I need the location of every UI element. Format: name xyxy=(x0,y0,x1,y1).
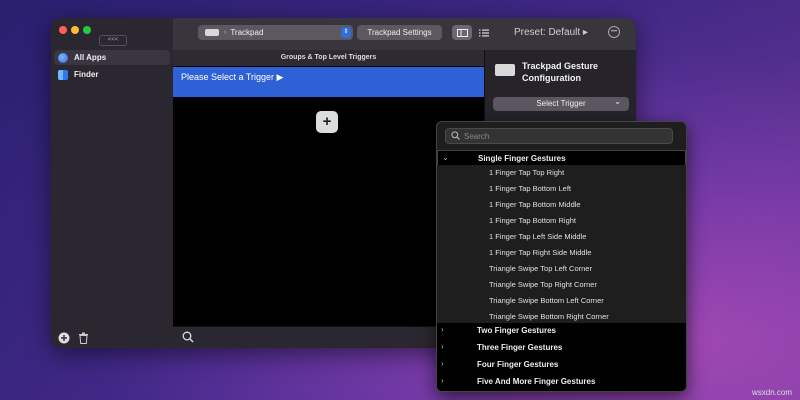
list-item[interactable]: Triangle Swipe Bottom Left Corner xyxy=(437,293,686,309)
list-item-label: 1 Finger Tap Right Side Middle xyxy=(489,248,592,257)
trackpad-settings-button[interactable]: Trackpad Settings xyxy=(357,25,442,40)
chevron-down-icon: ⌄ xyxy=(442,153,449,162)
group-label: Single Finger Gestures xyxy=(478,154,566,163)
list-item[interactable]: 1 Finger Tap Bottom Middle xyxy=(437,197,686,213)
columns-icon xyxy=(456,28,468,37)
group-four-finger-gestures[interactable]: › Four Finger Gestures xyxy=(437,357,686,374)
selected-trigger-row[interactable]: Please Select a Trigger ▶ xyxy=(173,67,484,97)
delete-app-button[interactable] xyxy=(77,331,90,344)
search-trigger-button[interactable] xyxy=(181,331,194,344)
trigger-list-header: Groups & Top Level Triggers xyxy=(173,50,484,67)
collapse-sidebar-button[interactable]: <<< xyxy=(99,35,127,46)
add-app-button[interactable] xyxy=(57,331,70,344)
trackpad-icon xyxy=(495,64,515,76)
list-item-label: Triangle Swipe Bottom Right Corner xyxy=(489,312,609,321)
list-item-label: 1 Finger Tap Bottom Left xyxy=(489,184,571,193)
list-icon xyxy=(479,29,489,36)
sidebar-item-all-apps[interactable]: All Apps xyxy=(54,50,170,65)
chevron-right-icon: › xyxy=(441,359,444,368)
chevron-right-icon: › xyxy=(224,29,227,36)
sidebar: <<< All Apps Finder xyxy=(51,18,174,348)
group-two-finger-gestures[interactable]: › Two Finger Gestures xyxy=(437,323,686,340)
list-item-label: 1 Finger Tap Top Right xyxy=(489,168,565,177)
preset-menu[interactable]: Preset: Default ▸ xyxy=(514,27,588,38)
globe-icon xyxy=(58,52,68,63)
list-item-label: Triangle Swipe Top Left Corner xyxy=(489,264,592,273)
search-input[interactable] xyxy=(464,131,654,141)
chevron-right-icon: › xyxy=(441,376,444,385)
watermark: wsxdn.com xyxy=(752,388,793,397)
sidebar-item-label: Finder xyxy=(74,70,99,79)
list-item-label: Triangle Swipe Top Right Corner xyxy=(489,280,597,289)
list-item[interactable]: 1 Finger Tap Left Side Middle xyxy=(437,229,686,245)
list-item-label: 1 Finger Tap Bottom Middle xyxy=(489,200,581,209)
select-trigger-label: Select Trigger xyxy=(536,99,586,108)
group-label: Two Finger Gestures xyxy=(477,326,556,335)
plus-icon: + xyxy=(322,113,332,130)
search-icon xyxy=(182,331,193,343)
selected-trigger-label: Please Select a Trigger ▶ xyxy=(181,72,284,82)
search-icon xyxy=(450,131,460,141)
list-item-label: 1 Finger Tap Bottom Right xyxy=(489,216,576,225)
list-item[interactable]: 1 Finger Tap Bottom Right xyxy=(437,213,686,229)
search-field[interactable] xyxy=(445,128,673,144)
device-select-value: Trackpad xyxy=(230,28,264,37)
add-trigger-button[interactable]: + xyxy=(316,111,338,133)
list-item-label: 1 Finger Tap Left Side Middle xyxy=(489,232,587,241)
list-item[interactable]: Triangle Swipe Top Right Corner xyxy=(437,277,686,293)
sidebar-item-label: All Apps xyxy=(74,53,107,62)
zoom-window-button[interactable] xyxy=(83,26,91,34)
chevron-down-icon: ⌄ xyxy=(614,97,621,106)
minimize-window-button[interactable] xyxy=(71,26,79,34)
chevron-right-icon: › xyxy=(441,325,444,334)
chevron-updown-icon: ⇕ xyxy=(341,27,351,38)
toolbar: › Trackpad ⇕ Trackpad Settings Preset: D… xyxy=(173,18,636,51)
select-trigger-dropdown[interactable]: Select Trigger ⌄ xyxy=(493,97,629,111)
trash-icon xyxy=(79,332,88,344)
plus-circle-icon xyxy=(58,332,69,343)
group-label: Four Finger Gestures xyxy=(477,360,559,369)
list-item-label: Triangle Swipe Bottom Left Corner xyxy=(489,296,604,305)
group-label: Five And More Finger Gestures xyxy=(477,377,596,386)
trigger-picker-popup: ⌄ Single Finger Gestures 1 Finger Tap To… xyxy=(436,121,687,392)
ellipsis-circle-icon[interactable]: ••• xyxy=(608,26,620,38)
close-window-button[interactable] xyxy=(59,26,67,34)
list-item[interactable]: 1 Finger Tap Top Right xyxy=(437,165,686,181)
chevron-right-icon: › xyxy=(441,342,444,351)
list-item[interactable]: 1 Finger Tap Bottom Left xyxy=(437,181,686,197)
list-item[interactable]: Triangle Swipe Top Left Corner xyxy=(437,261,686,277)
trackpad-icon xyxy=(205,29,219,36)
list-view-button[interactable] xyxy=(474,25,494,40)
group-three-finger-gestures[interactable]: › Three Finger Gestures xyxy=(437,340,686,357)
group-five-finger-gestures[interactable]: › Five And More Finger Gestures xyxy=(437,374,686,391)
group-label: Three Finger Gestures xyxy=(477,343,563,352)
split-view-button[interactable] xyxy=(452,25,472,40)
finder-icon xyxy=(58,69,68,80)
device-select[interactable]: › Trackpad ⇕ xyxy=(198,25,353,40)
list-item[interactable]: 1 Finger Tap Right Side Middle xyxy=(437,245,686,261)
configuration-title: Trackpad Gesture Configuration xyxy=(522,61,599,83)
sidebar-item-finder[interactable]: Finder xyxy=(54,67,170,82)
